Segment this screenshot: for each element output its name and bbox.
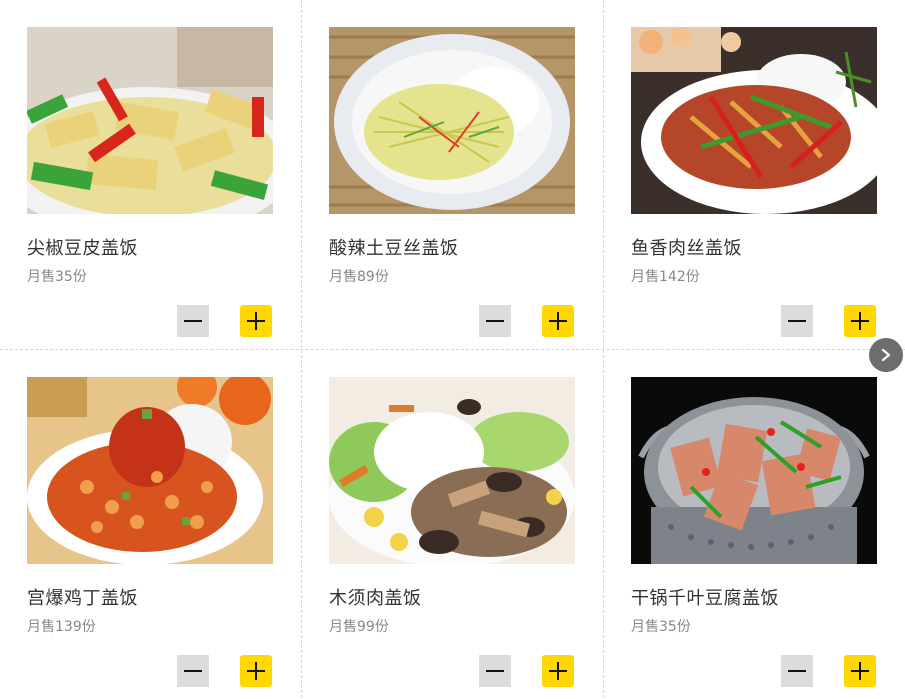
monthly-sales: 月售89份 <box>329 269 389 285</box>
increase-quantity-button[interactable] <box>844 655 876 687</box>
minus-icon <box>184 670 202 672</box>
chevron-right-icon <box>881 348 891 362</box>
next-page-button[interactable] <box>869 338 903 372</box>
increase-quantity-button[interactable] <box>844 305 876 337</box>
potato-shreds-photo <box>329 27 575 214</box>
dry-pot-tofu-photo <box>631 377 877 564</box>
dish-card: 鱼香肉丝盖饭 月售142份 <box>604 0 905 349</box>
monthly-sales: 月售139份 <box>27 619 96 635</box>
dish-name: 干锅千叶豆腐盖饭 <box>631 588 779 609</box>
dish-name: 尖椒豆皮盖饭 <box>27 238 138 259</box>
increase-quantity-button[interactable] <box>542 655 574 687</box>
dish-image[interactable] <box>631 377 877 564</box>
decrease-quantity-button[interactable] <box>479 305 511 337</box>
moo-shu-pork-photo <box>329 377 575 564</box>
increase-quantity-button[interactable] <box>240 655 272 687</box>
minus-icon <box>788 670 806 672</box>
monthly-sales: 月售99份 <box>329 619 389 635</box>
dish-image[interactable] <box>329 377 575 564</box>
dish-name: 木须肉盖饭 <box>329 588 422 609</box>
tofu-skin-photo <box>27 27 273 214</box>
menu-grid: 尖椒豆皮盖饭 月售35份 酸辣土豆丝盖饭 月售89份 鱼香肉丝盖饭 月售142份… <box>0 0 905 698</box>
decrease-quantity-button[interactable] <box>177 655 209 687</box>
minus-icon <box>788 320 806 322</box>
dish-card: 尖椒豆皮盖饭 月售35份 <box>0 0 302 349</box>
increase-quantity-button[interactable] <box>542 305 574 337</box>
dish-card: 木须肉盖饭 月售99份 <box>302 350 604 699</box>
monthly-sales: 月售142份 <box>631 269 700 285</box>
dish-image[interactable] <box>329 27 575 214</box>
yuxiang-pork-photo <box>631 27 877 214</box>
dish-name: 宫爆鸡丁盖饭 <box>27 588 138 609</box>
minus-icon <box>184 320 202 322</box>
dish-image[interactable] <box>27 377 273 564</box>
monthly-sales: 月售35份 <box>27 269 87 285</box>
dish-name: 酸辣土豆丝盖饭 <box>329 238 459 259</box>
kung-pao-chicken-photo <box>27 377 273 564</box>
decrease-quantity-button[interactable] <box>781 655 813 687</box>
dish-image[interactable] <box>27 27 273 214</box>
increase-quantity-button[interactable] <box>240 305 272 337</box>
minus-icon <box>486 320 504 322</box>
dish-image[interactable] <box>631 27 877 214</box>
dish-card: 酸辣土豆丝盖饭 月售89份 <box>302 0 604 349</box>
decrease-quantity-button[interactable] <box>781 305 813 337</box>
dish-card: 干锅千叶豆腐盖饭 月售35份 <box>604 350 905 699</box>
dish-card: 宫爆鸡丁盖饭 月售139份 <box>0 350 302 699</box>
decrease-quantity-button[interactable] <box>479 655 511 687</box>
monthly-sales: 月售35份 <box>631 619 691 635</box>
minus-icon <box>486 670 504 672</box>
dish-name: 鱼香肉丝盖饭 <box>631 238 742 259</box>
decrease-quantity-button[interactable] <box>177 305 209 337</box>
